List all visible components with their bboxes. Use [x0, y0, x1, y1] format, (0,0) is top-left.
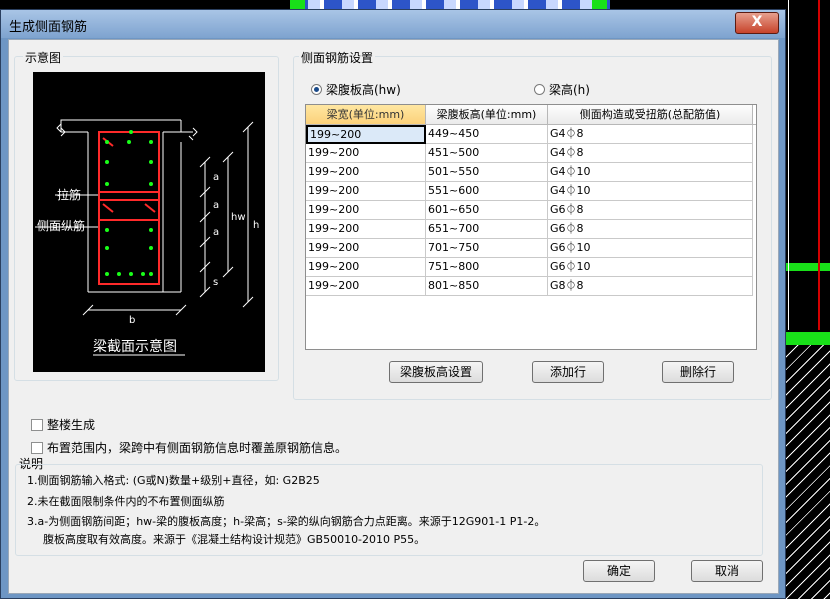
radio-beam-height-label: 梁高(h): [549, 83, 590, 97]
dialog-body: 示意图 拉筋 侧面纵筋 a a a hw h s b 梁截面示意图 侧面钢筋设置…: [8, 39, 779, 594]
table-cell[interactable]: G4⏀10: [548, 182, 753, 201]
table-cell[interactable]: G4⏀10: [548, 163, 753, 182]
radio-checked-icon: [311, 84, 322, 95]
radio-web-height[interactable]: 梁腹板高(hw): [311, 81, 401, 98]
web-height-settings-button[interactable]: 梁腹板高设置: [389, 361, 483, 383]
cancel-button[interactable]: 取消: [691, 560, 763, 582]
table-cell[interactable]: 199~200: [306, 125, 426, 144]
note-line-3: 3.a-为侧面钢筋间距；hw-梁的腹板高度；h-梁高；s-梁的纵向钢筋合力点距离…: [27, 515, 546, 528]
table-cell[interactable]: 199~200: [306, 258, 426, 277]
table-cell[interactable]: 199~200: [306, 277, 426, 296]
table-row[interactable]: 199~200 701~750 G6⏀10: [306, 239, 756, 258]
table-row[interactable]: 199~200 801~850 G8⏀8: [306, 277, 756, 296]
whole-floor-checkbox[interactable]: 整楼生成: [31, 416, 95, 433]
close-button[interactable]: X: [735, 12, 779, 34]
table-cell[interactable]: 751~800: [426, 258, 548, 277]
table-cell[interactable]: G4⏀8: [548, 125, 753, 144]
table-row[interactable]: 199~200 551~600 G4⏀10: [306, 182, 756, 201]
column-header-width[interactable]: 梁宽(单位:mm): [306, 105, 426, 124]
table-cell[interactable]: 451~500: [426, 144, 548, 163]
label-a1: a: [213, 172, 220, 183]
radio-beam-height[interactable]: 梁高(h): [534, 81, 590, 98]
canvas-hatch: [786, 345, 830, 599]
table-cell[interactable]: 801~850: [426, 277, 548, 296]
table-cell[interactable]: 501~550: [426, 163, 548, 182]
dialog-window: 生成侧面钢筋 X 示意图 拉筋 侧面纵筋 a a a hw h s b 梁截面示…: [0, 9, 786, 599]
dialog-title: 生成侧面钢筋: [9, 20, 88, 35]
rebar-table[interactable]: 梁宽(单位:mm) 梁腹板高(单位:mm) 侧面构造或受扭筋(总配筋值) 199…: [305, 104, 757, 350]
override-checkbox[interactable]: 布置范围内，梁跨中有侧面钢筋信息时覆盖原钢筋信息。: [31, 439, 347, 456]
table-row[interactable]: 199~200 601~650 G6⏀8: [306, 201, 756, 220]
add-row-button[interactable]: 添加行: [532, 361, 604, 383]
checkbox-unchecked-icon: [31, 418, 43, 431]
label-hw: hw: [231, 212, 246, 223]
label-tie: 拉筋: [57, 188, 82, 202]
label-s: s: [213, 277, 219, 288]
whole-floor-label: 整楼生成: [47, 418, 96, 432]
table-cell[interactable]: 601~650: [426, 201, 548, 220]
label-a2: a: [213, 200, 220, 211]
column-header-rebar[interactable]: 侧面构造或受扭筋(总配筋值): [548, 105, 753, 124]
table-cell[interactable]: 449~450: [426, 125, 548, 144]
note-line-1: 1.侧面钢筋输入格式: (G或N)数量+级别+直径，如: G2B25: [27, 474, 320, 487]
title-bar[interactable]: 生成侧面钢筋 X: [1, 10, 785, 38]
table-header: 梁宽(单位:mm) 梁腹板高(单位:mm) 侧面构造或受扭筋(总配筋值): [306, 105, 756, 125]
radio-unchecked-icon: [534, 84, 545, 95]
table-cell[interactable]: G6⏀8: [548, 220, 753, 239]
table-cell[interactable]: 199~200: [306, 163, 426, 182]
table-cell[interactable]: 551~600: [426, 182, 548, 201]
table-cell[interactable]: 199~200: [306, 220, 426, 239]
note-line-4: 腹板高度取有效高度。来源于《混凝土结构设计规范》GB50010-2010 P55…: [43, 533, 426, 546]
table-row[interactable]: 199~200 501~550 G4⏀10: [306, 163, 756, 182]
ok-button[interactable]: 确定: [583, 560, 655, 582]
checkbox-unchecked-icon: [31, 441, 43, 454]
table-cell[interactable]: 199~200: [306, 201, 426, 220]
table-row[interactable]: 199~200 449~450 G4⏀8: [306, 125, 756, 144]
settings-group-label: 侧面钢筋设置: [299, 49, 376, 66]
label-b: b: [129, 315, 136, 326]
table-cell[interactable]: 199~200: [306, 239, 426, 258]
override-label: 布置范围内，梁跨中有侧面钢筋信息时覆盖原钢筋信息。: [47, 441, 348, 455]
table-cell[interactable]: 651~700: [426, 220, 548, 239]
table-cell[interactable]: 199~200: [306, 182, 426, 201]
column-header-web-height[interactable]: 梁腹板高(单位:mm): [426, 105, 548, 124]
diagram-caption: 梁截面示意图: [93, 339, 177, 355]
canvas-white-line: [788, 0, 789, 330]
canvas-red-line: [818, 0, 820, 330]
table-row[interactable]: 199~200 651~700 G6⏀8: [306, 220, 756, 239]
table-cell[interactable]: 701~750: [426, 239, 548, 258]
diagram-group-label: 示意图: [23, 49, 64, 66]
beam-section-diagram: 拉筋 侧面纵筋 a a a hw h s b 梁截面示意图: [33, 72, 265, 372]
table-row[interactable]: 199~200 751~800 G6⏀10: [306, 258, 756, 277]
close-icon: X: [751, 14, 763, 30]
canvas-green-bar: [786, 332, 830, 345]
table-row[interactable]: 199~200 451~500 G4⏀8: [306, 144, 756, 163]
table-cell[interactable]: G4⏀8: [548, 144, 753, 163]
label-side-bar: 侧面纵筋: [37, 219, 86, 233]
radio-web-height-label: 梁腹板高(hw): [326, 83, 401, 97]
delete-row-button[interactable]: 删除行: [662, 361, 734, 383]
table-cell[interactable]: G6⏀8: [548, 201, 753, 220]
canvas-green-bar: [786, 263, 830, 271]
table-cell[interactable]: G6⏀10: [548, 258, 753, 277]
note-line-2: 2.未在截面限制条件内的不布置侧面纵筋: [27, 495, 225, 508]
table-cell[interactable]: 199~200: [306, 144, 426, 163]
label-a3: a: [213, 227, 220, 238]
label-h: h: [253, 220, 260, 231]
table-cell[interactable]: G8⏀8: [548, 277, 753, 296]
table-cell[interactable]: G6⏀10: [548, 239, 753, 258]
